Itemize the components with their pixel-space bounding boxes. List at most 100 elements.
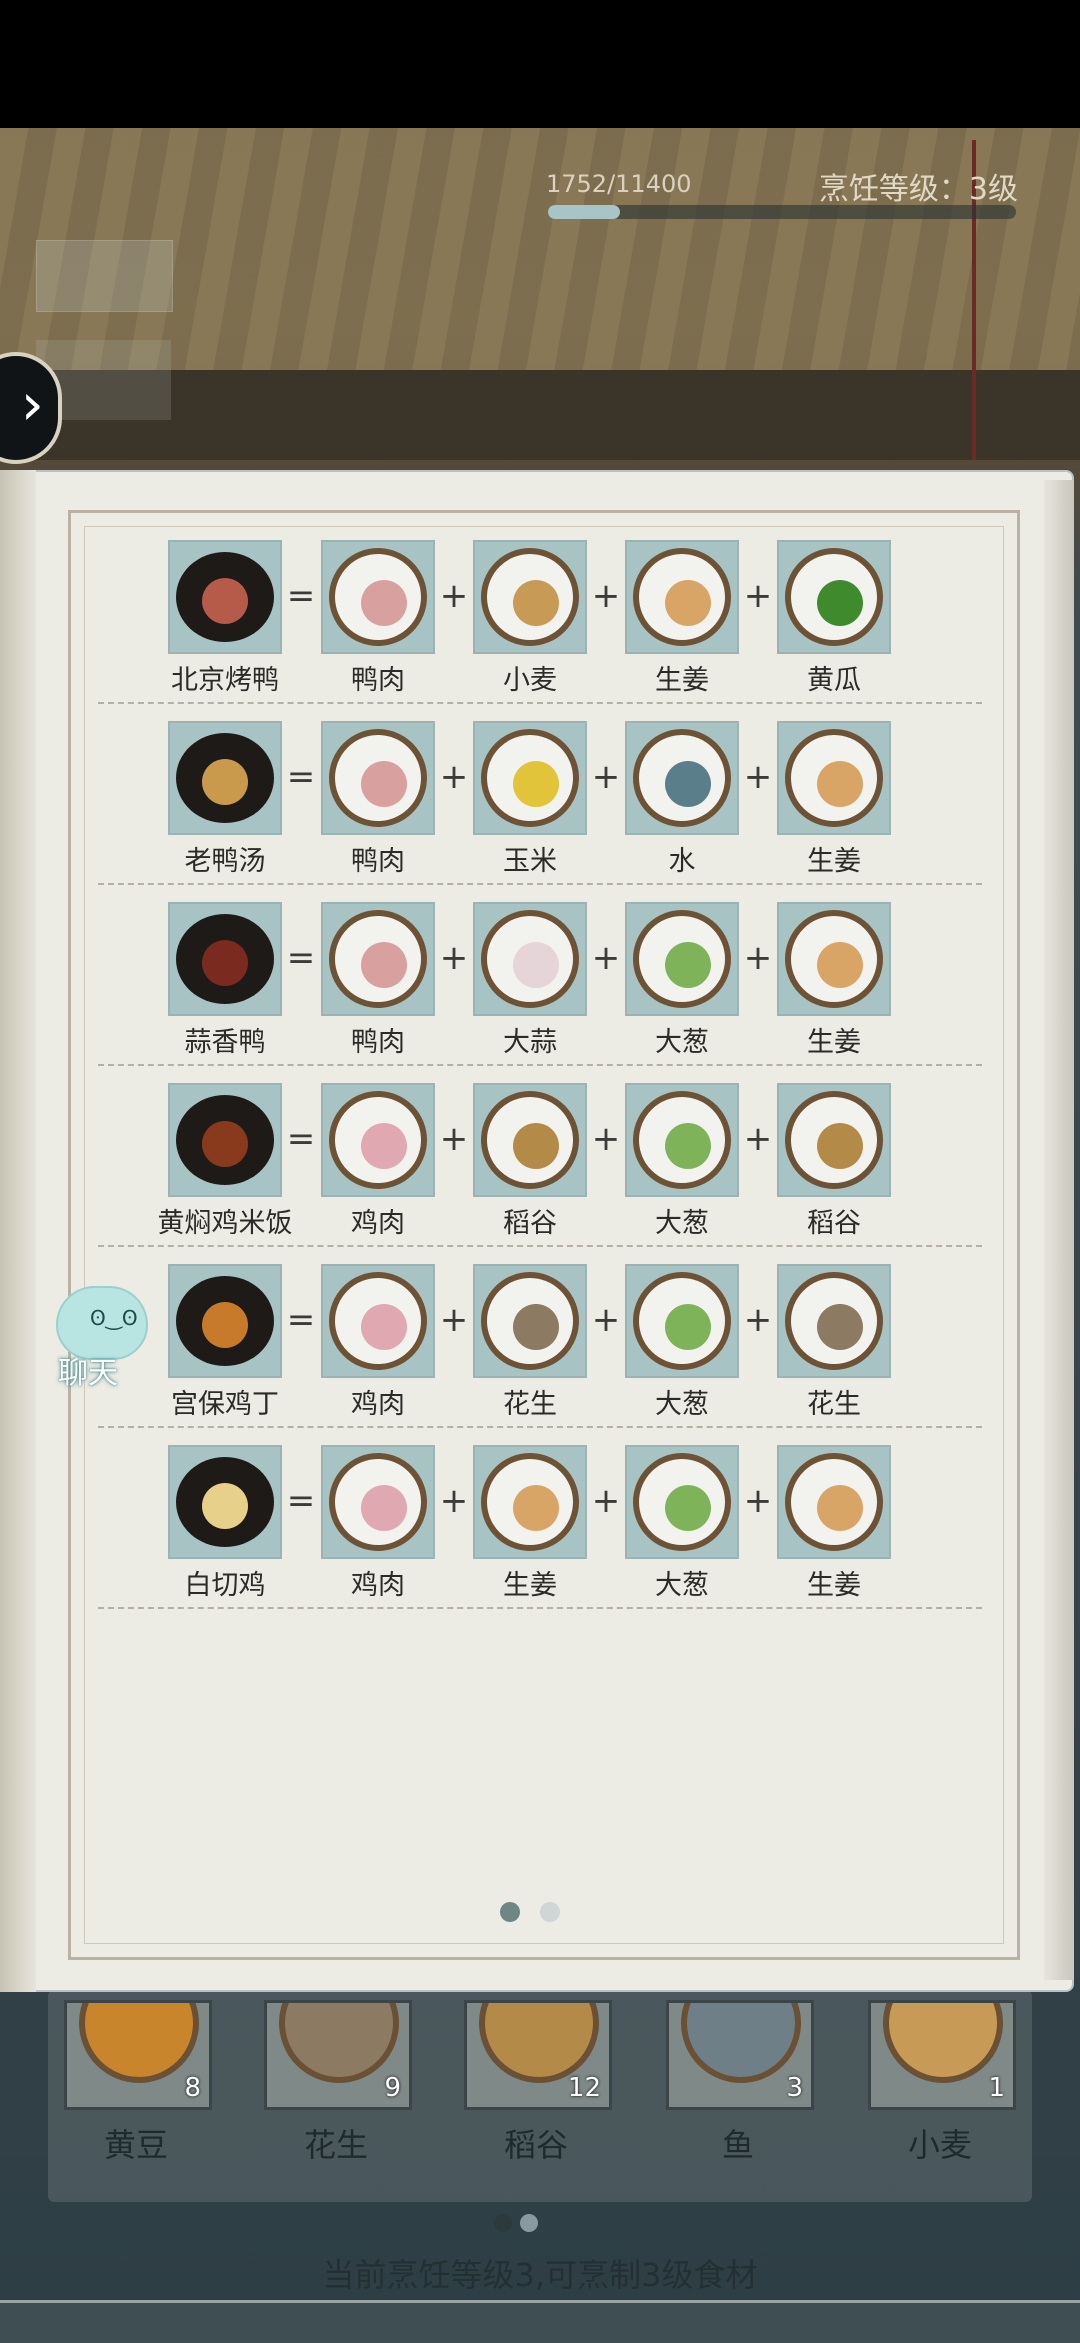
ingredient-slot[interactable] [777,1264,891,1378]
plus-sign: + [743,576,773,616]
ingredient-slot[interactable] [321,902,435,1016]
window-pane [36,240,173,312]
cooking-level: 烹饪等级：3级 [818,172,1018,207]
inventory-item[interactable]: 3鱼 [658,2000,818,2164]
food-icon [665,1123,711,1169]
ingredient-name: 水 [668,846,696,877]
ingredient-name: 生姜 [655,665,709,696]
ingredient-slot[interactable] [321,721,435,835]
food-icon [665,1304,711,1350]
ingredient-name: 大葱 [655,1570,709,1601]
food-icon [513,942,559,988]
ingredient-slot[interactable] [777,540,891,654]
plus-sign: + [439,1300,469,1340]
dish-name: 老鸭汤 [184,846,266,877]
ingredient-name: 花生 [807,1389,861,1420]
ingredient-slot[interactable] [473,721,587,835]
chat-button[interactable]: ʘ‿ʘ 聊天 [40,1286,152,1391]
book-page-dot[interactable] [500,1902,520,1922]
item-count: 12 [567,2073,601,2103]
smiley-face-icon: ʘ‿ʘ [90,1306,138,1330]
ingredient-name: 稻谷 [503,1208,557,1239]
food-icon [361,1485,407,1531]
experience-bar-fill [548,205,620,219]
ingredient-slot[interactable] [777,1083,891,1197]
ingredient-slot[interactable] [321,1264,435,1378]
recipe-dish-slot[interactable] [168,1445,282,1559]
inventory-page-dot[interactable] [520,2214,538,2232]
ingredient-name: 鸭肉 [351,846,405,877]
ingredient-slot[interactable] [625,1264,739,1378]
plus-sign: + [591,938,621,978]
ingredient-slot[interactable] [777,902,891,1016]
recipe-dish-slot[interactable] [168,540,282,654]
recipe-dish-slot[interactable] [168,1264,282,1378]
item-name: 花生 [303,2126,368,2164]
ingredient-slot[interactable] [625,902,739,1016]
plate-icon [785,729,883,827]
ingredient-plate-icon: 1 [868,2000,1016,2110]
equals-sign: = [286,1300,316,1340]
plate-icon [785,1091,883,1189]
ingredient-name: 鸭肉 [351,665,405,696]
ingredient-slot[interactable] [473,540,587,654]
plate-icon [681,2003,801,2083]
dish-bowl-icon [176,914,274,1004]
plate-icon [633,548,731,646]
food-icon [817,580,863,626]
recipe-row-divider [98,1607,982,1609]
chevron-right-icon: › [20,370,44,438]
inventory-item[interactable]: 12 稻谷 [456,2000,616,2164]
recipe-dish-slot[interactable] [168,1083,282,1197]
ingredient-slot[interactable] [473,902,587,1016]
ingredient-slot[interactable] [625,1083,739,1197]
plate-icon [785,1272,883,1370]
dish-bowl-icon [176,1095,274,1185]
plate-icon [329,729,427,827]
food-icon [202,1302,248,1348]
recipe-row-divider [98,702,982,704]
plus-sign: + [439,757,469,797]
recipe-dish-slot[interactable] [168,902,282,1016]
ingredient-slot[interactable] [321,1445,435,1559]
ingredient-slot[interactable] [777,721,891,835]
plate-icon [633,729,731,827]
ingredient-slot[interactable] [473,1264,587,1378]
plate-icon [481,1272,579,1370]
inventory-page-dot[interactable] [494,2214,512,2232]
plus-sign: + [439,938,469,978]
item-count: 8 [184,2073,201,2103]
plate-icon [481,1091,579,1189]
inventory-item[interactable]: 1 小麦 [860,2000,1020,2164]
recipe-dish-slot[interactable] [168,721,282,835]
ingredient-name: 鸡肉 [351,1570,405,1601]
ingredient-slot[interactable] [777,1445,891,1559]
ingredient-name: 生姜 [807,846,861,877]
book-page-dot[interactable] [540,1902,560,1922]
item-name: 黄豆 [103,2126,168,2164]
dish-bowl-icon [176,1276,274,1366]
ingredient-slot[interactable] [625,721,739,835]
ingredient-slot[interactable] [321,540,435,654]
ingredient-slot[interactable] [473,1083,587,1197]
food-icon [513,1304,559,1350]
food-icon [202,1483,248,1529]
food-icon [665,580,711,626]
equals-sign: = [286,1481,316,1521]
ingredient-slot[interactable] [321,1083,435,1197]
ingredient-slot[interactable] [625,1445,739,1559]
inventory-item[interactable]: 9 花生 [256,2000,416,2164]
plate-icon [329,1091,427,1189]
bottom-rail [0,2300,1080,2343]
inventory-item[interactable]: 8 黄豆 [56,2000,216,2164]
ingredient-plate-icon: 8 [64,2000,212,2110]
book-pager [500,1902,580,1926]
item-count: 1 [988,2073,1005,2103]
plate-icon [785,1453,883,1551]
dish-name: 蒜香鸭 [184,1027,266,1058]
book-page-edge [1044,480,1074,1980]
ingredient-name: 鸭肉 [351,1027,405,1058]
ingredient-slot[interactable] [625,540,739,654]
ingredient-plate-icon: 3 [666,2000,814,2110]
ingredient-slot[interactable] [473,1445,587,1559]
